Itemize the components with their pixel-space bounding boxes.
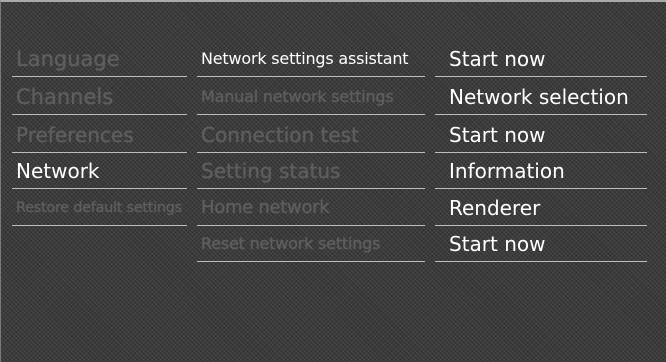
- menu-item-preferences[interactable]: Preferences: [12, 117, 187, 153]
- action-information[interactable]: Information: [435, 153, 647, 189]
- menu-item-label: Connection test: [201, 122, 359, 147]
- action-start-now-assistant[interactable]: Start now: [435, 41, 647, 77]
- menu-item-connection-test[interactable]: Connection test: [197, 117, 425, 153]
- menu-item-label: Manual network settings: [201, 87, 394, 106]
- action-label: Renderer: [449, 195, 541, 220]
- menu-item-setting-status[interactable]: Setting status: [197, 153, 425, 189]
- menu-item-restore-default-settings[interactable]: Restore default settings: [12, 190, 187, 226]
- menu-item-reset-network-settings[interactable]: Reset network settings: [197, 226, 425, 262]
- action-label: Start now: [449, 46, 546, 71]
- menu-item-label: Language: [16, 46, 120, 71]
- menu-item-label: Network settings assistant: [201, 49, 409, 68]
- action-label: Information: [449, 158, 565, 183]
- menu-item-label: Setting status: [201, 158, 341, 183]
- action-network-selection[interactable]: Network selection: [435, 79, 647, 115]
- action-start-now-connection-test[interactable]: Start now: [435, 117, 647, 153]
- menu-item-home-network[interactable]: Home network: [197, 190, 425, 226]
- action-renderer[interactable]: Renderer: [435, 190, 647, 226]
- action-label: Start now: [449, 122, 546, 147]
- tv-setup-screen: Language Channels Preferences Network Re…: [0, 0, 666, 362]
- menu-item-label: Reset network settings: [201, 234, 381, 253]
- menu-item-manual-network-settings[interactable]: Manual network settings: [197, 79, 425, 115]
- menu-item-network-settings-assistant[interactable]: Network settings assistant: [197, 41, 425, 77]
- action-start-now-reset[interactable]: Start now: [435, 226, 647, 262]
- menu-item-label: Network: [16, 158, 100, 183]
- action-label: Start now: [449, 231, 546, 256]
- action-label: Network selection: [449, 84, 629, 109]
- menu-item-label: Preferences: [16, 122, 134, 147]
- menu-item-language[interactable]: Language: [12, 41, 187, 77]
- menu-item-label: Channels: [16, 84, 114, 109]
- menu-item-network[interactable]: Network: [12, 153, 187, 189]
- menu-item-channels[interactable]: Channels: [12, 79, 187, 115]
- menu-item-label: Home network: [201, 197, 330, 218]
- menu-item-label: Restore default settings: [16, 199, 182, 216]
